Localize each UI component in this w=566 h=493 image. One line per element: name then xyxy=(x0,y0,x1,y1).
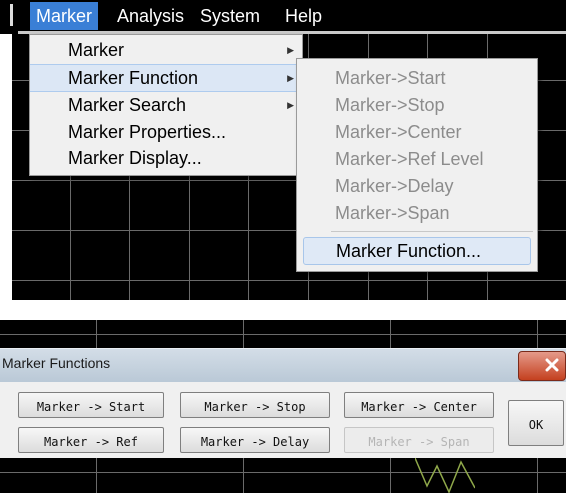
menu-analysis[interactable]: Analysis xyxy=(111,2,190,30)
marker-function-submenu: Marker->Start Marker->Stop Marker->Cente… xyxy=(296,58,538,272)
marker-to-center-button[interactable]: Marker -> Center xyxy=(344,392,494,418)
menu-item-marker-to-stop[interactable]: Marker->Stop xyxy=(297,92,537,118)
submenu-arrow-icon: ▶ xyxy=(287,45,294,55)
menu-item-marker-to-ref-level[interactable]: Marker->Ref Level xyxy=(297,146,537,172)
menu-marker[interactable]: Marker xyxy=(30,2,99,30)
menu-item-label: Marker Function xyxy=(68,68,199,88)
menu-item-marker-to-start[interactable]: Marker->Start xyxy=(297,65,537,91)
menu-separator xyxy=(331,231,533,232)
submenu-arrow-icon: ▶ xyxy=(287,73,294,83)
marker-to-stop-button[interactable]: Marker -> Stop xyxy=(180,392,330,418)
menu-help[interactable]: Help xyxy=(279,2,328,30)
grid-line xyxy=(0,472,566,473)
menu-item-label: Marker Properties... xyxy=(68,122,227,142)
close-button[interactable] xyxy=(518,351,566,381)
menu-item-marker-search[interactable]: Marker Search ▶ xyxy=(30,92,302,118)
menu-item-marker-function[interactable]: Marker Function ▶ xyxy=(30,64,302,92)
menu-item-label: Marker xyxy=(68,40,125,60)
menu-item-marker-properties[interactable]: Marker Properties... xyxy=(30,119,302,145)
submenu-arrow-icon: ▶ xyxy=(287,100,294,110)
dialog-screenshot-panel: Marker Functions Marker -> Start Marker … xyxy=(0,320,566,493)
menu-item-label: Marker Display... xyxy=(68,148,202,168)
marker-to-span-button[interactable]: Marker -> Span xyxy=(344,427,494,453)
menu-system[interactable]: System xyxy=(194,2,266,30)
menu-bar: Marker Analysis System Help xyxy=(0,0,566,34)
menu-item-marker[interactable]: Marker ▶ xyxy=(30,37,302,63)
grid-line xyxy=(0,334,566,335)
menu-item-marker-to-delay[interactable]: Marker->Delay xyxy=(297,173,537,199)
menu-screenshot-panel: Marker Analysis System Help Marker ▶ Mar… xyxy=(0,0,566,305)
ok-button[interactable]: OK xyxy=(508,400,564,446)
trace-line xyxy=(415,458,475,493)
menu-item-label: Marker Search xyxy=(68,95,187,115)
close-icon xyxy=(545,358,559,372)
menu-item-marker-to-span[interactable]: Marker->Span xyxy=(297,200,537,226)
marker-menu: Marker ▶ Marker Function ▶ Marker Search… xyxy=(29,34,303,176)
dialog-title: Marker Functions xyxy=(2,355,111,371)
marker-to-start-button[interactable]: Marker -> Start xyxy=(18,392,164,418)
dialog-body: Marker -> Start Marker -> Stop Marker ->… xyxy=(0,382,566,458)
menu-item-marker-function-dialog[interactable]: Marker Function... xyxy=(303,237,531,265)
grid-line xyxy=(12,280,566,281)
menu-item-marker-display[interactable]: Marker Display... xyxy=(30,145,302,171)
menu-item-marker-to-center[interactable]: Marker->Center xyxy=(297,119,537,145)
marker-to-delay-button[interactable]: Marker -> Delay xyxy=(180,427,330,453)
marker-to-ref-button[interactable]: Marker -> Ref xyxy=(18,427,164,453)
dialog-title-bar[interactable]: Marker Functions xyxy=(0,348,566,383)
